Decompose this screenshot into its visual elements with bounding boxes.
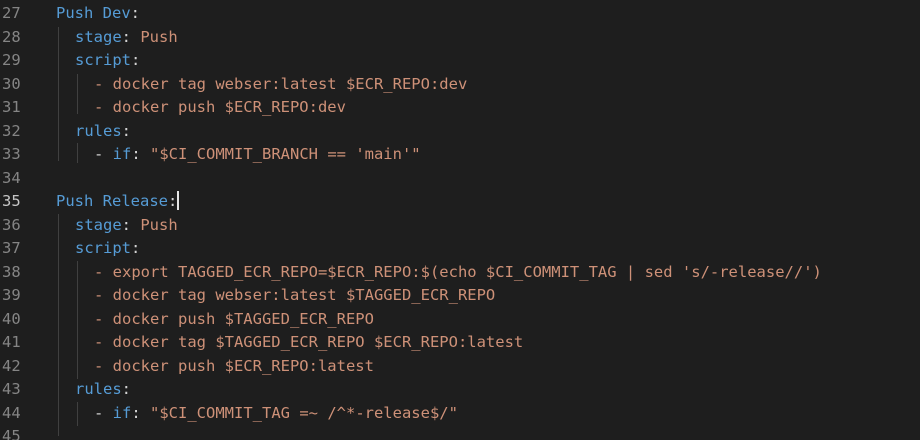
code-line[interactable]: 36 stage: Push bbox=[0, 214, 920, 238]
text-cursor bbox=[177, 191, 180, 210]
yaml-key: script bbox=[75, 239, 131, 257]
code-line[interactable]: 27 Push Dev: bbox=[0, 2, 920, 26]
code-line[interactable]: 39 - docker tag webser:latest $TAGGED_ECR… bbox=[0, 284, 920, 308]
yaml-colon: : bbox=[121, 215, 141, 234]
code-line[interactable]: 28 stage: Push bbox=[0, 26, 920, 50]
yaml-colon: : bbox=[131, 403, 151, 422]
code-line[interactable]: 37 script: bbox=[0, 237, 920, 261]
line-number: 31 bbox=[2, 98, 21, 116]
line-number: 34 bbox=[2, 168, 21, 187]
code-text: - docker push $ECR_REPO:dev bbox=[94, 96, 346, 120]
yaml-value: "$CI_COMMIT_BRANCH == 'main'" bbox=[150, 145, 421, 163]
code-text: rules: bbox=[75, 120, 131, 144]
code-line[interactable]: 43 rules: bbox=[0, 378, 920, 402]
yaml-key: Push Dev bbox=[56, 4, 131, 22]
yaml-value: - docker push $ECR_REPO:latest bbox=[94, 356, 374, 375]
code-text: - docker tag webser:latest $TAGGED_ECR_R… bbox=[94, 284, 495, 308]
list-dash: - bbox=[94, 145, 113, 163]
yaml-colon: : bbox=[167, 192, 178, 210]
code-text: - docker tag webser:latest $ECR_REPO:dev bbox=[94, 73, 467, 97]
code-text: - if: "$CI_COMMIT_TAG =~ /^*-release$/" bbox=[94, 402, 458, 426]
yaml-key: stage bbox=[75, 27, 122, 46]
yaml-key: if bbox=[112, 145, 132, 163]
yaml-key: script bbox=[75, 51, 131, 69]
yaml-key: stage bbox=[75, 215, 122, 234]
code-text: script: bbox=[75, 49, 140, 73]
code-text: - docker tag $TAGGED_ECR_REPO $ECR_REPO:… bbox=[94, 331, 523, 355]
yaml-value: - docker push $ECR_REPO:dev bbox=[94, 98, 346, 116]
code-line[interactable]: 35 Push Release: bbox=[0, 190, 920, 214]
line-number: 42 bbox=[2, 356, 21, 375]
code-line[interactable]: 45 bbox=[0, 425, 920, 440]
code-line[interactable]: 33 - if: "$CI_COMMIT_BRANCH == 'main'" bbox=[0, 143, 920, 167]
line-number: 45 bbox=[2, 427, 21, 440]
code-text: Push Dev: bbox=[56, 2, 140, 26]
yaml-value: "$CI_COMMIT_TAG =~ /^*-release$/" bbox=[150, 403, 458, 422]
yaml-value: - docker tag webser:latest $TAGGED_ECR_R… bbox=[94, 286, 496, 304]
yaml-colon: : bbox=[121, 121, 132, 140]
line-number: 39 bbox=[2, 286, 21, 304]
code-text: - docker push $TAGGED_ECR_REPO bbox=[94, 308, 374, 332]
line-number: 27 bbox=[2, 4, 21, 22]
line-number: 30 bbox=[2, 74, 21, 93]
code-text: Push Release: bbox=[56, 190, 180, 214]
yaml-colon: : bbox=[121, 27, 141, 46]
line-number: 40 bbox=[2, 309, 21, 328]
yaml-value: - export TAGGED_ECR_REPO=$ECR_REPO:$(ech… bbox=[94, 262, 822, 281]
yaml-colon: : bbox=[131, 239, 141, 257]
yaml-colon: : bbox=[130, 4, 140, 22]
line-number: 36 bbox=[2, 215, 21, 234]
yaml-colon: : bbox=[131, 145, 151, 163]
line-number: 43 bbox=[2, 380, 21, 398]
line-number: 44 bbox=[2, 403, 21, 422]
code-text: script: bbox=[75, 237, 140, 261]
code-line[interactable]: 42 - docker push $ECR_REPO:latest bbox=[0, 355, 920, 379]
line-number: 38 bbox=[2, 262, 21, 281]
code-line[interactable]: 44 - if: "$CI_COMMIT_TAG =~ /^*-release$/… bbox=[0, 402, 920, 426]
yaml-value: - docker push $TAGGED_ECR_REPO bbox=[94, 309, 374, 328]
code-line[interactable]: 32 rules: bbox=[0, 120, 920, 144]
line-number: 28 bbox=[2, 27, 21, 46]
line-number: 37 bbox=[2, 239, 21, 257]
line-number: 33 bbox=[2, 145, 21, 163]
code-text: - export TAGGED_ECR_REPO=$ECR_REPO:$(ech… bbox=[94, 261, 822, 285]
yaml-key: Push Release bbox=[56, 192, 168, 210]
yaml-value: Push bbox=[140, 215, 178, 234]
yaml-colon: : bbox=[121, 380, 132, 398]
code-text: - docker push $ECR_REPO:latest bbox=[94, 355, 374, 379]
code-line[interactable]: 31 - docker push $ECR_REPO:dev bbox=[0, 96, 920, 120]
code-editor[interactable]: 27 Push Dev: 28 stage: Push 29 script: 30 - doc… bbox=[0, 0, 920, 440]
code-line[interactable]: 30 - docker tag webser:latest $ECR_REPO:d… bbox=[0, 73, 920, 97]
line-number: 32 bbox=[2, 121, 21, 140]
yaml-value: - docker tag $TAGGED_ECR_REPO $ECR_REPO:… bbox=[94, 333, 524, 351]
list-dash: - bbox=[94, 403, 113, 422]
yaml-key: rules bbox=[75, 121, 122, 140]
line-number: 41 bbox=[2, 333, 21, 351]
line-number: 29 bbox=[2, 51, 21, 69]
code-text: - if: "$CI_COMMIT_BRANCH == 'main'" bbox=[94, 143, 421, 167]
code-text: stage: Push bbox=[75, 214, 178, 238]
yaml-value: Push bbox=[140, 27, 178, 46]
code-line[interactable]: 41 - docker tag $TAGGED_ECR_REPO $ECR_REP… bbox=[0, 331, 920, 355]
code-line[interactable]: 38 - export TAGGED_ECR_REPO=$ECR_REPO:$(e… bbox=[0, 261, 920, 285]
yaml-key: rules bbox=[75, 380, 122, 398]
code-text: stage: Push bbox=[75, 26, 178, 50]
yaml-colon: : bbox=[131, 51, 141, 69]
yaml-key: if bbox=[112, 403, 132, 422]
code-line[interactable]: 29 script: bbox=[0, 49, 920, 73]
code-line[interactable]: 34 bbox=[0, 167, 920, 191]
yaml-value: - docker tag webser:latest $ECR_REPO:dev bbox=[94, 74, 468, 93]
code-text: rules: bbox=[75, 378, 131, 402]
line-number: 35 bbox=[2, 192, 21, 210]
code-line[interactable]: 40 - docker push $TAGGED_ECR_REPO bbox=[0, 308, 920, 332]
